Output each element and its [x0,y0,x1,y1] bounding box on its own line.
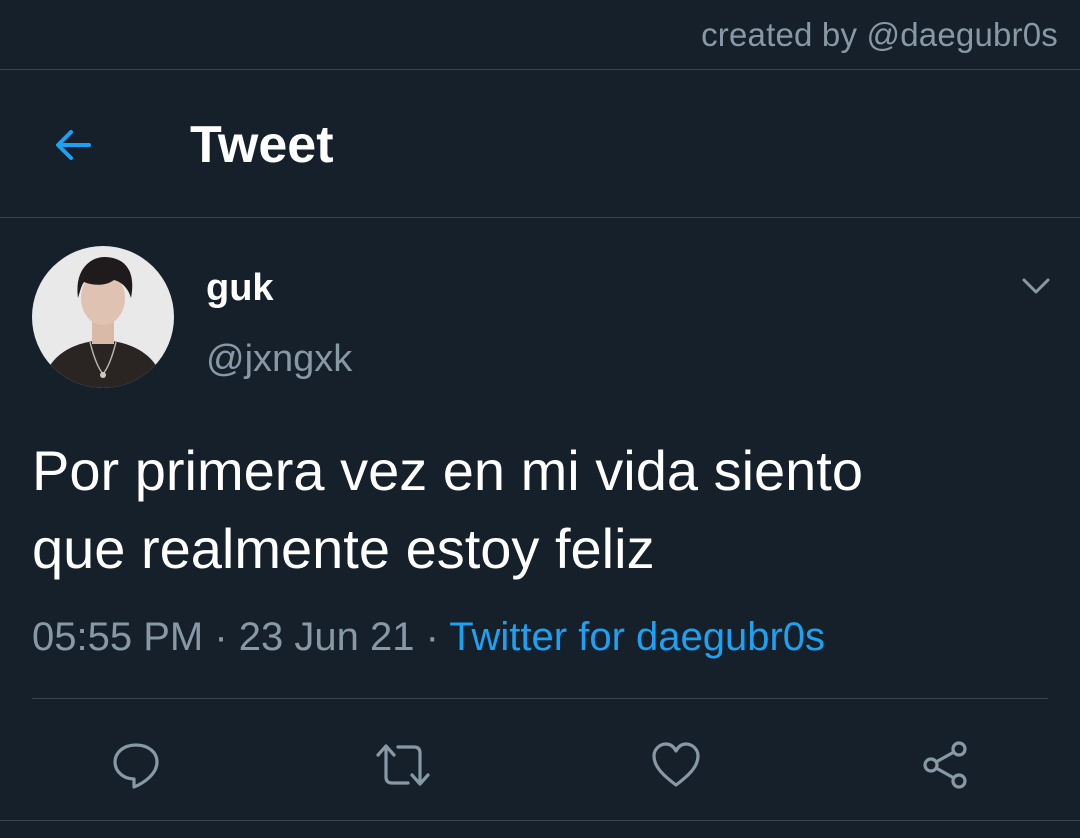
tweet-source-link[interactable]: Twitter for daegubr0s [449,615,825,659]
tweet-text-line-1: Por primera vez en mi vida siento [32,439,864,502]
meta-separator: · [203,615,239,659]
tweet-text: Por primera vez en mi vida siento que re… [32,432,1042,588]
action-bar [0,720,1080,800]
tweet-time: 05:55 PM [32,615,204,659]
arrow-left-icon [56,130,91,160]
more-options-button[interactable] [1014,268,1058,304]
tweet-meta: 05:55 PM · 23 Jun 21 · Twitter for daegu… [32,612,825,662]
chevron-down-icon [1022,278,1050,294]
retweet-button[interactable] [368,730,438,800]
share-button[interactable] [910,730,980,800]
display-name[interactable]: guk [206,266,274,310]
retweet-icon [376,744,430,786]
credit-text: created by @daegubr0s [701,16,1058,53]
page-header: Tweet [0,70,1080,218]
share-icon [923,741,967,789]
page-title: Tweet [190,116,334,174]
back-button[interactable] [44,116,102,174]
divider [32,698,1048,699]
like-icon [652,742,700,787]
bottom-divider [0,820,1080,821]
reply-icon [113,743,159,789]
avatar[interactable] [32,246,174,388]
user-handle[interactable]: @jxngxk [206,336,352,382]
like-button[interactable] [641,730,711,800]
tweet-text-line-2: que realmente estoy feliz [32,517,655,580]
reply-button[interactable] [101,730,171,800]
top-bar: created by @daegubr0s [0,0,1080,70]
tweet-date: 23 Jun 21 [238,615,415,659]
meta-separator: · [414,615,450,659]
